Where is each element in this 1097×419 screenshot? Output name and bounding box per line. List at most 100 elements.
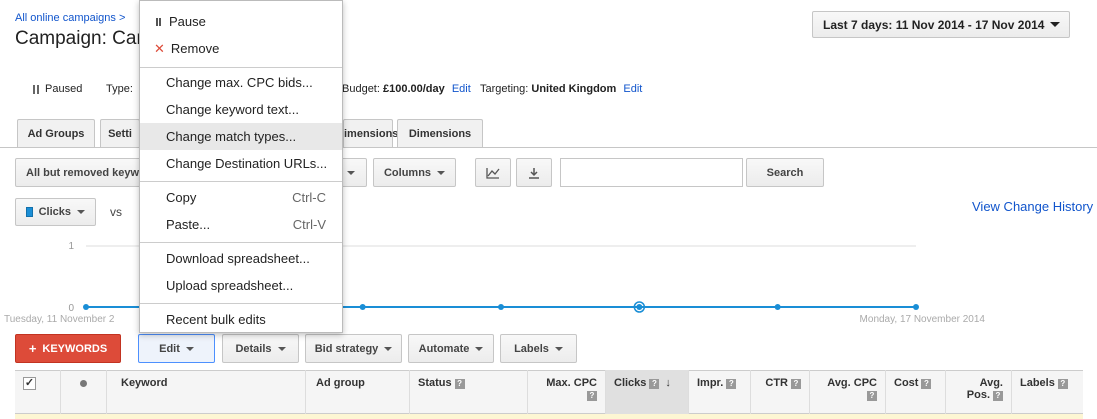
filter-label: All but removed keyw — [26, 166, 140, 179]
chevron-down-icon — [475, 346, 484, 351]
download-button[interactable] — [516, 158, 552, 187]
menu-item-remove[interactable]: ✕ Remove — [140, 35, 342, 62]
column-clicks-label: Clicks — [614, 377, 647, 389]
menu-item-download-spreadsheet[interactable]: Download spreadsheet... — [140, 245, 342, 272]
details-label: Details — [235, 342, 272, 355]
chevron-down-icon — [554, 346, 563, 351]
tab-auto-dimensions[interactable]: imensions — [343, 119, 398, 147]
select-all-checkbox[interactable]: ✓ — [23, 377, 36, 390]
menu-item-pause-label: Pause — [169, 14, 206, 29]
type-label: Type: — [106, 83, 133, 95]
automate-button[interactable]: Automate — [408, 334, 494, 363]
column-avg-cpc[interactable]: Avg. CPC? — [810, 370, 886, 414]
menu-item-pause[interactable]: Pause — [140, 8, 342, 35]
targeting-label: Targeting: — [480, 83, 529, 95]
column-avg-cpc-label: Avg. CPC — [827, 377, 877, 389]
search-input[interactable] — [560, 158, 743, 187]
data-point[interactable] — [636, 304, 643, 310]
menu-item-change-bids[interactable]: Change max. CPC bids... — [140, 69, 342, 96]
targeting-edit-link[interactable]: Edit — [623, 83, 642, 95]
filter-button[interactable]: All but removed keyw — [15, 158, 145, 187]
tab-dimensions[interactable]: Dimensions — [397, 119, 483, 147]
help-icon[interactable]: ? — [454, 379, 465, 389]
column-max-cpc[interactable]: Max. CPC? — [528, 370, 606, 414]
y-tick-label: 1 — [68, 241, 74, 252]
edit-button[interactable]: Edit — [138, 334, 215, 363]
chevron-down-icon — [347, 170, 355, 175]
help-icon[interactable]: ? — [791, 379, 801, 389]
column-keyword[interactable]: Keyword — [113, 370, 306, 414]
paste-shortcut: Ctrl-V — [292, 217, 326, 232]
breadcrumb[interactable]: All online campaigns > — [15, 12, 125, 24]
pause-icon — [33, 84, 39, 94]
columns-label: Columns — [383, 166, 432, 179]
automate-label: Automate — [418, 342, 470, 355]
column-ad-group[interactable]: Ad group — [308, 370, 410, 414]
column-avg-pos[interactable]: Avg. Pos.? — [946, 370, 1012, 414]
help-icon[interactable]: ? — [1057, 379, 1068, 389]
status-row: Paused — [33, 83, 82, 95]
menu-item-change-destination-urls[interactable]: Change Destination URLs... — [140, 150, 342, 177]
chevron-down-icon — [384, 346, 393, 351]
plus-icon: + — [28, 341, 37, 356]
labels-label: Labels — [514, 342, 549, 355]
y-tick-label: 0 — [68, 303, 74, 314]
column-ctr[interactable]: CTR? — [751, 370, 810, 414]
menu-item-paste-label: Paste... — [166, 217, 211, 232]
bid-strategy-button[interactable]: Bid strategy — [305, 334, 402, 363]
columns-button[interactable]: Columns — [373, 158, 456, 187]
menu-item-change-match-types[interactable]: Change match types... — [140, 123, 342, 150]
copy-shortcut: Ctrl-C — [292, 190, 326, 205]
chevron-down-icon — [77, 210, 85, 214]
chevron-down-icon — [185, 346, 194, 351]
search-button[interactable]: Search — [746, 158, 824, 187]
table-row — [15, 414, 1083, 419]
add-keywords-button[interactable]: + KEYWORDS — [15, 334, 121, 363]
column-clicks[interactable]: Clicks? ↓ — [606, 370, 689, 414]
tab-ad-groups[interactable]: Ad Groups — [17, 119, 95, 147]
sort-descending-icon: ↓ — [665, 377, 671, 389]
download-icon — [529, 167, 539, 179]
menu-item-copy[interactable]: Copy Ctrl-C — [140, 184, 342, 211]
chevron-down-icon — [437, 170, 446, 175]
column-max-cpc-label: Max. CPC — [546, 377, 597, 389]
help-icon[interactable]: ? — [587, 391, 597, 401]
data-point[interactable] — [913, 304, 919, 310]
data-point[interactable] — [83, 304, 89, 310]
column-impressions[interactable]: Impr.? — [689, 370, 751, 414]
column-labels[interactable]: Labels? — [1012, 370, 1083, 414]
labels-button[interactable]: Labels — [500, 334, 577, 363]
budget-edit-link[interactable]: Edit — [452, 83, 471, 95]
details-button[interactable]: Details — [222, 334, 299, 363]
metric-selector[interactable]: Clicks — [15, 198, 96, 226]
help-icon[interactable]: ? — [867, 391, 877, 401]
menu-item-paste[interactable]: Paste... Ctrl-V — [140, 211, 342, 238]
targeting-value: United Kingdom — [531, 83, 617, 95]
view-change-history-link[interactable]: View Change History — [972, 199, 1093, 214]
help-icon[interactable]: ? — [649, 379, 660, 389]
column-cost[interactable]: Cost? — [886, 370, 946, 414]
date-range-button[interactable]: Last 7 days: 11 Nov 2014 - 17 Nov 2014 — [812, 11, 1070, 38]
status-dot-icon — [80, 380, 87, 387]
help-icon[interactable]: ? — [921, 379, 932, 389]
close-icon: ✕ — [154, 40, 165, 56]
data-point[interactable] — [774, 304, 781, 310]
help-icon[interactable]: ? — [993, 391, 1003, 401]
status-dot-cell — [61, 370, 107, 414]
menu-divider — [140, 303, 342, 304]
select-all-cell: ✓ — [15, 370, 61, 414]
data-point[interactable] — [498, 304, 504, 310]
menu-item-copy-label: Copy — [166, 190, 197, 205]
help-icon[interactable]: ? — [726, 379, 737, 389]
budget-value: £100.00/day — [382, 83, 445, 95]
chart-toggle-button[interactable] — [475, 158, 511, 187]
tab-settings[interactable]: Setti — [100, 119, 140, 147]
data-point[interactable] — [359, 304, 366, 310]
menu-item-change-keyword-text[interactable]: Change keyword text... — [140, 96, 342, 123]
column-impressions-label: Impr. — [697, 377, 724, 389]
targeting-row: Targeting: United Kingdom Edit — [480, 83, 642, 95]
column-status[interactable]: Status? — [410, 370, 528, 414]
menu-item-upload-spreadsheet[interactable]: Upload spreadsheet... — [140, 272, 342, 299]
menu-item-recent-bulk-edits[interactable]: Recent bulk edits — [140, 306, 342, 333]
vs-label: vs — [110, 205, 122, 219]
